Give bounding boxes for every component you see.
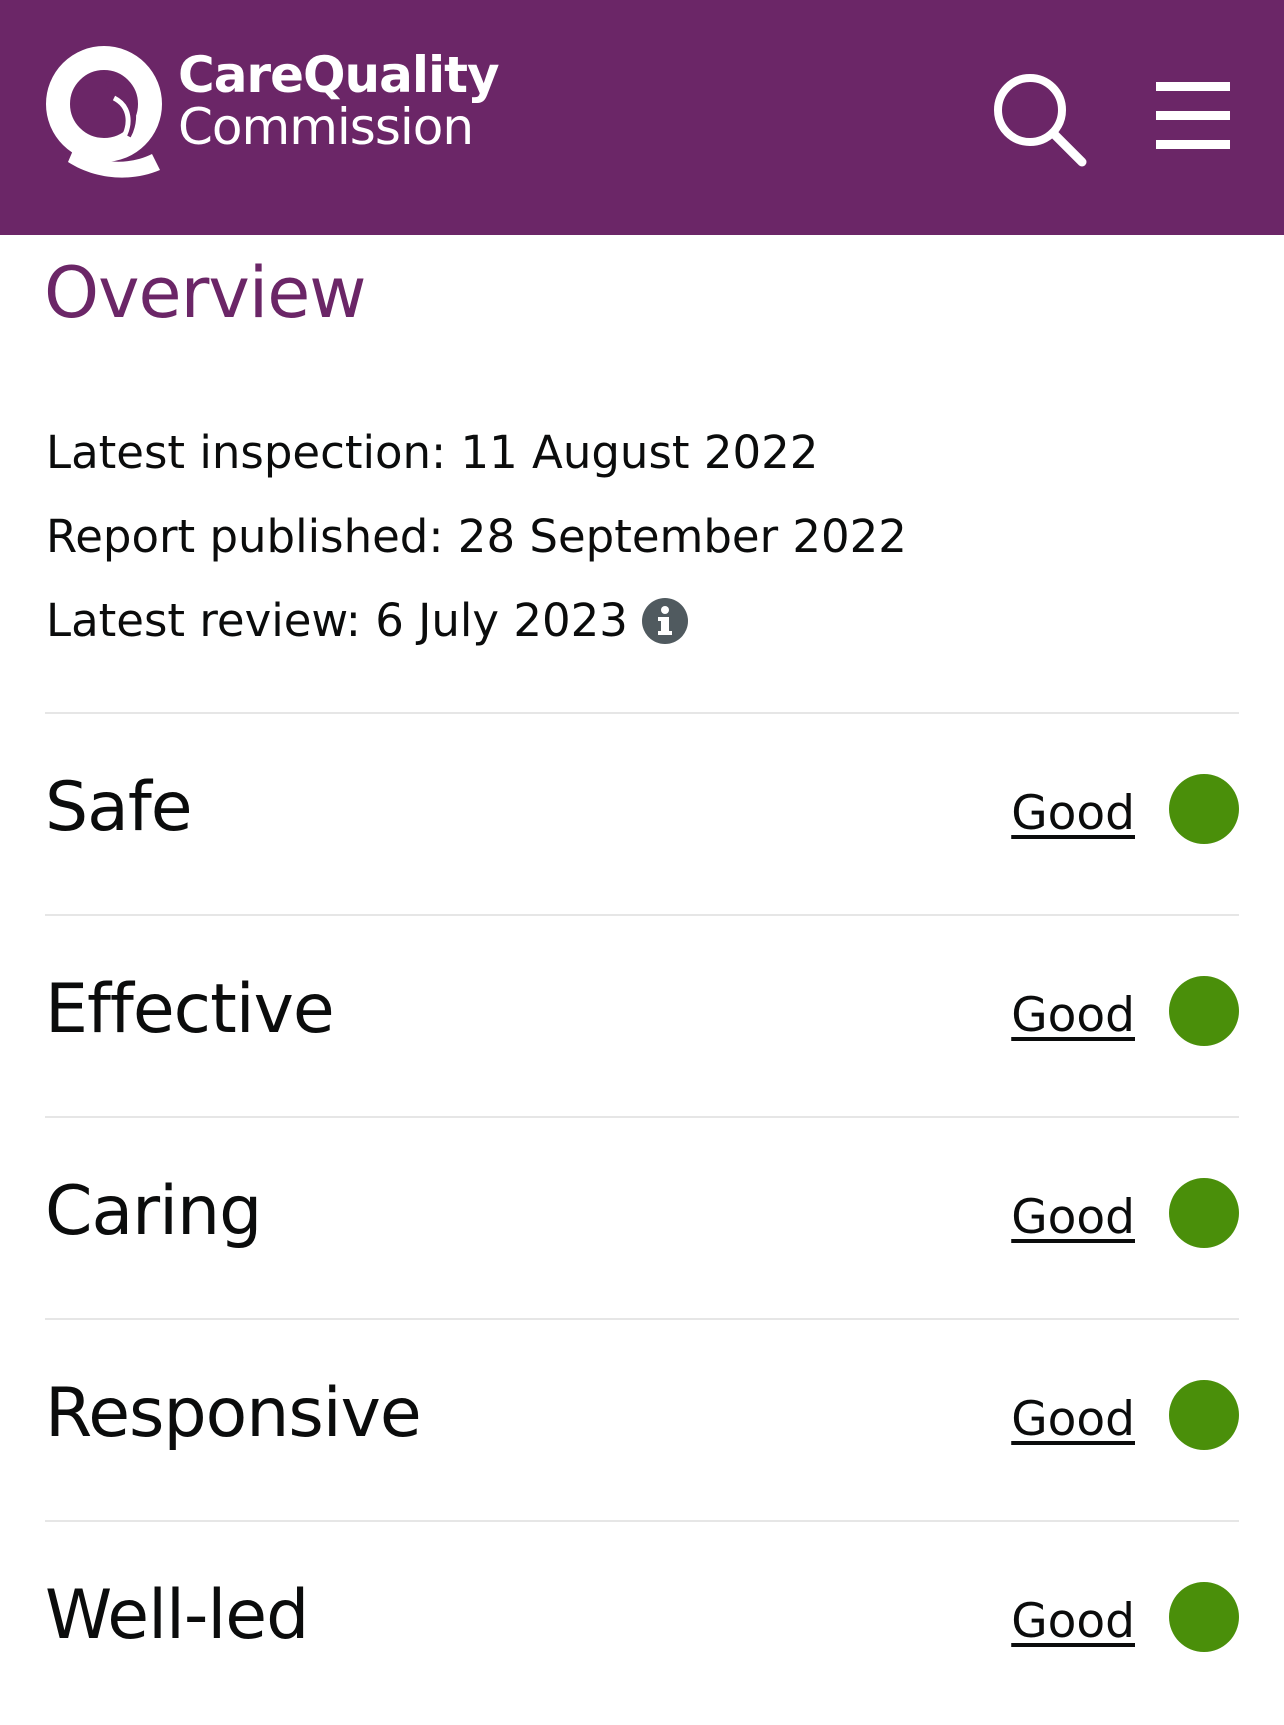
ratings-list: Safe Good Effective Good Caring Good Res… [45, 712, 1239, 1722]
cqc-logo-text: CareQuality Commission [178, 46, 500, 156]
search-icon [994, 74, 1087, 167]
rating-good-dot-icon [1169, 1380, 1239, 1450]
rating-row-responsive: Responsive Good [45, 1318, 1239, 1520]
rating-label: Well-led [45, 1576, 309, 1655]
logo-line-2: Commission [178, 98, 474, 156]
search-button[interactable] [990, 70, 1090, 170]
rating-label: Responsive [45, 1374, 422, 1453]
rating-link-well-led[interactable]: Good [1011, 1594, 1135, 1649]
rating-link-effective[interactable]: Good [1011, 988, 1135, 1043]
latest-review-text: Latest review: 6 July 2023 [46, 594, 628, 647]
rating-good-dot-icon [1169, 976, 1239, 1046]
rating-row-caring: Caring Good [45, 1116, 1239, 1318]
latest-review-line: Latest review: 6 July 2023 [46, 594, 688, 647]
site-header: CareQuality Commission [0, 0, 1284, 235]
rating-label: Safe [45, 768, 193, 847]
rating-link-responsive[interactable]: Good [1011, 1392, 1135, 1447]
cqc-logo-link[interactable]: CareQuality Commission [44, 44, 500, 184]
info-icon[interactable] [641, 597, 688, 644]
latest-inspection-text: Latest inspection: 11 August 2022 [46, 426, 819, 479]
page-title: Overview [44, 252, 367, 334]
rating-row-effective: Effective Good [45, 914, 1239, 1116]
hamburger-menu-icon [1156, 82, 1230, 149]
rating-link-caring[interactable]: Good [1011, 1190, 1135, 1245]
rating-good-dot-icon [1169, 774, 1239, 844]
rating-label: Effective [45, 970, 335, 1049]
rating-good-dot-icon [1169, 1582, 1239, 1652]
cqc-logo-icon [46, 46, 162, 178]
rating-row-well-led: Well-led Good [45, 1520, 1239, 1722]
menu-button[interactable] [1150, 76, 1236, 156]
rating-good-dot-icon [1169, 1178, 1239, 1248]
rating-label: Caring [45, 1172, 262, 1251]
report-published-text: Report published: 28 September 2022 [46, 510, 907, 563]
rating-row-safe: Safe Good [45, 712, 1239, 914]
rating-link-safe[interactable]: Good [1011, 786, 1135, 841]
logo-line-1: CareQuality [178, 46, 500, 104]
